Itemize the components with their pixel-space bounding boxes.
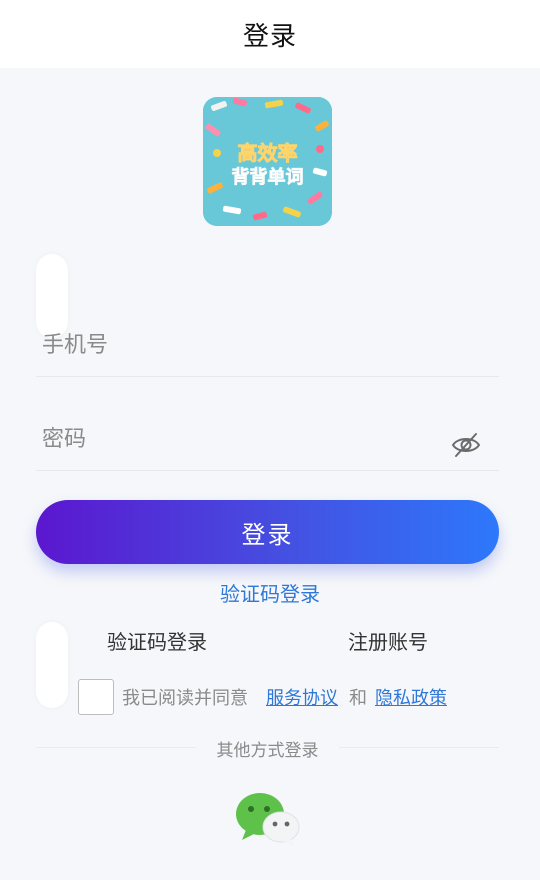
login-button[interactable]: 登录 (36, 500, 499, 564)
register-link[interactable]: 注册账号 (348, 626, 428, 655)
logo-line1: 高效率 (238, 141, 298, 165)
phone-field (36, 316, 499, 377)
password-field (36, 410, 499, 471)
wechat-icon[interactable] (234, 790, 302, 848)
agreement-and: 和 (349, 688, 367, 709)
code-login-link[interactable]: 验证码登录 (0, 578, 540, 607)
logo-line2: 背背单词 (232, 166, 304, 188)
privacy-policy-link[interactable]: 隐私政策 (375, 684, 447, 710)
agreement-row: 我已阅读并同意 服务协议 和 隐私政策 (78, 678, 518, 716)
eye-off-icon[interactable] (451, 430, 481, 460)
page-title: 登录 (242, 21, 297, 52)
phone-input[interactable] (42, 316, 442, 374)
other-login-divider: 其他方式登录 (36, 736, 499, 761)
service-agreement-link[interactable]: 服务协议 (266, 684, 338, 710)
code-login-option[interactable]: 验证码登录 (107, 626, 207, 655)
secondary-links: 验证码登录 注册账号 (0, 626, 540, 656)
nav-bar: 登录 (0, 0, 540, 68)
other-login-label: 其他方式登录 (216, 741, 319, 761)
agreement-prefix: 我已阅读并同意 (122, 688, 248, 709)
agreement-checkbox[interactable] (78, 679, 114, 715)
app-logo: 高效率 背背单词 (203, 97, 332, 226)
app-logo-art: 高效率 背背单词 (203, 97, 332, 226)
password-input[interactable] (42, 410, 442, 468)
